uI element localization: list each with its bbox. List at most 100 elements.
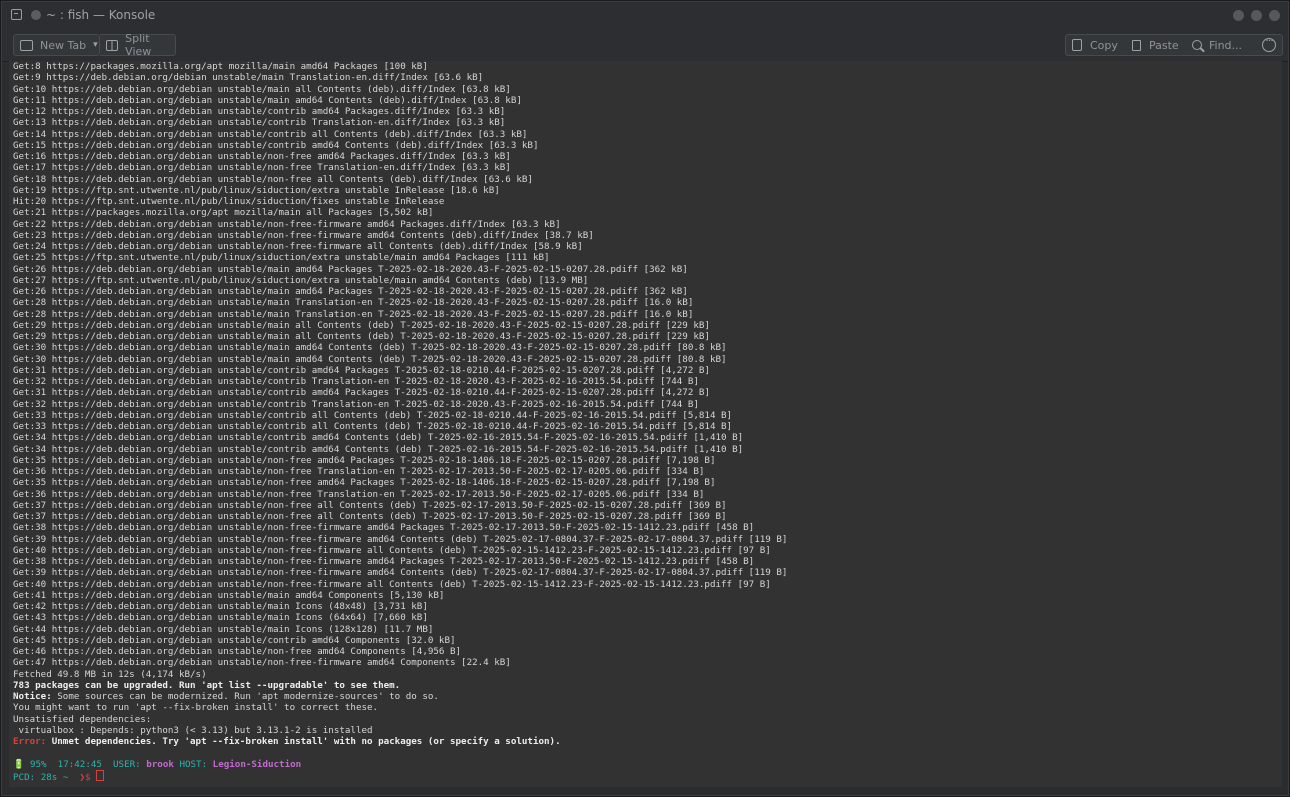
terminal-line: Get:10 https://deb.debian.org/debian uns…: [13, 83, 511, 95]
terminal-view[interactable]: Get:8 https://packages.mozilla.org/apt m…: [9, 61, 1282, 787]
terminal-line: Get:30 https://deb.debian.org/debian uns…: [13, 342, 727, 354]
terminal-line: Get:34 https://deb.debian.org/debian uns…: [13, 443, 744, 455]
title-bar[interactable]: ~ : fish — Konsole: [2, 2, 1288, 29]
terminal-line: Get:17 https://deb.debian.org/debian uns…: [13, 162, 511, 174]
toolbar: New Tab ▾ Split View Copy Paste Find...: [2, 29, 1288, 62]
terminal-line: Get:8 https://packages.mozilla.org/apt m…: [13, 61, 428, 72]
terminal-line: Get:9 https://deb.debian.org/debian unst…: [13, 72, 484, 84]
terminal-line: Get:46 https://deb.debian.org/debian uns…: [13, 646, 462, 657]
user-label: USER:: [113, 758, 141, 770]
split-view-button[interactable]: Split View: [100, 32, 176, 58]
terminal-line: Get:37 https://deb.debian.org/debian uns…: [13, 511, 727, 522]
terminal-line: Get:28 https://deb.debian.org/debian uns…: [13, 308, 694, 320]
paste-button[interactable]: Paste: [1130, 35, 1179, 55]
terminal-line: Get:39 https://deb.debian.org/debian uns…: [13, 567, 788, 579]
terminal-line: Get:11 https://deb.debian.org/debian uns…: [13, 94, 522, 106]
terminal-line: Get:34 https://deb.debian.org/debian uns…: [13, 432, 744, 444]
terminal-line: Get:40 https://deb.debian.org/debian uns…: [13, 544, 771, 556]
minimize-button[interactable]: [1233, 10, 1244, 21]
terminal-line: Get:45 https://deb.debian.org/debian uns…: [13, 634, 456, 646]
toolbar-actions: Copy Paste Find...: [1065, 34, 1283, 56]
terminal-line: Fetched 49.8 MB in 12s (4,174 kB/s): [13, 668, 207, 680]
terminal-line: Get:39 https://deb.debian.org/debian uns…: [13, 533, 788, 545]
new-tab-label: New Tab: [40, 38, 87, 52]
error-text: Unmet dependencies. Try 'apt --fix-broke…: [46, 736, 561, 747]
prompt-host: Legion-Siduction: [212, 758, 302, 770]
terminal-line: Get:37 https://deb.debian.org/debian uns…: [13, 499, 727, 511]
find-label: Find...: [1209, 38, 1243, 52]
notice-label: Notice:: [13, 691, 52, 702]
prompt-cwd: ~: [62, 771, 69, 783]
split-view-icon: [106, 39, 119, 51]
copy-button[interactable]: Copy: [1070, 35, 1118, 55]
terminal-line: Get:21 https://packages.mozilla.org/apt …: [13, 207, 434, 219]
host-label: HOST:: [179, 758, 208, 770]
terminal-line: Get:15 https://deb.debian.org/debian uns…: [13, 139, 539, 151]
terminal-output: Get:8 https://packages.mozilla.org/apt m…: [13, 61, 787, 783]
search-icon: [1192, 40, 1202, 50]
hamburger-menu-icon[interactable]: [1262, 34, 1276, 52]
terminal-line: Get:31 https://deb.debian.org/debian uns…: [13, 364, 710, 376]
battery-status: 🔋 95%: [13, 758, 47, 770]
terminal-line: Get:14 https://deb.debian.org/debian uns…: [13, 128, 528, 140]
terminal-line: Get:36 https://deb.debian.org/debian uns…: [13, 488, 705, 500]
terminal-line: Get:47 https://deb.debian.org/debian uns…: [13, 657, 511, 669]
paste-icon: [1132, 39, 1141, 51]
error-label: Error:: [13, 736, 47, 747]
terminal-line: Get:12 https://deb.debian.org/debian uns…: [13, 106, 506, 117]
maximize-button[interactable]: [1251, 10, 1262, 21]
copy-icon: [1072, 39, 1082, 51]
terminal-line: Get:31 https://deb.debian.org/debian uns…: [13, 387, 710, 399]
chevron-down-icon[interactable]: ▾: [93, 40, 98, 50]
terminal-line: Get:29 https://deb.debian.org/debian uns…: [13, 319, 710, 331]
terminal-line: Get:22 https://deb.debian.org/debian uns…: [13, 218, 561, 230]
terminal-line: Get:18 https://deb.debian.org/debian uns…: [13, 173, 533, 185]
terminal-line: Get:30 https://deb.debian.org/debian uns…: [13, 353, 727, 365]
keep-above-icon[interactable]: [31, 10, 41, 20]
unsatisfied-detail: virtualbox : Depends: python3 (< 3.13) b…: [13, 724, 373, 736]
terminal-line: Get:25 https://ftp.snt.utwente.nl/pub/li…: [13, 252, 550, 264]
terminal-line: Get:44 https://deb.debian.org/debian uns…: [13, 623, 434, 635]
new-tab-icon: [20, 39, 33, 51]
terminal-line: Get:26 https://deb.debian.org/debian uns…: [13, 286, 688, 297]
terminal-line: Get:16 https://deb.debian.org/debian uns…: [13, 151, 511, 162]
terminal-line: Get:33 https://deb.debian.org/debian uns…: [13, 421, 733, 432]
split-view-label: Split View: [125, 32, 152, 58]
prompt-symbol: ❯$: [79, 771, 91, 783]
upgradable-message: 783 packages can be upgraded. Run 'apt l…: [13, 679, 401, 691]
terminal-line: Get:36 https://deb.debian.org/debian uns…: [13, 466, 705, 477]
terminal-line: Get:38 https://deb.debian.org/debian uns…: [13, 522, 755, 534]
fix-hint: You might want to run 'apt --fix-broken …: [13, 702, 379, 714]
terminal-line: Get:29 https://deb.debian.org/debian uns…: [13, 331, 710, 342]
terminal-line: Get:23 https://deb.debian.org/debian uns…: [13, 229, 594, 241]
terminal-line: Get:27 https://ftp.snt.utwente.nl/pub/li…: [13, 274, 589, 286]
terminal-line: Get:32 https://deb.debian.org/debian uns…: [13, 376, 699, 387]
terminal-line: Get:32 https://deb.debian.org/debian uns…: [13, 398, 699, 410]
window-title: ~ : fish — Konsole: [46, 8, 156, 22]
terminal-line: Get:35 https://deb.debian.org/debian uns…: [13, 454, 716, 466]
terminal-line: Get:24 https://deb.debian.org/debian uns…: [13, 241, 583, 252]
terminal-line: Get:42 https://deb.debian.org/debian uns…: [13, 601, 428, 612]
apt-log-lines: Get:8 https://packages.mozilla.org/apt m…: [13, 61, 787, 680]
terminal-line: Get:28 https://deb.debian.org/debian uns…: [13, 297, 694, 309]
terminal-line: Get:41 https://deb.debian.org/debian uns…: [13, 589, 445, 601]
text-cursor[interactable]: [96, 769, 105, 781]
terminal-line: Get:26 https://deb.debian.org/debian uns…: [13, 263, 688, 275]
prompt-user: brook: [146, 758, 174, 770]
terminal-line: Get:38 https://deb.debian.org/debian uns…: [13, 556, 755, 567]
pcd-label: PCD:: [13, 771, 36, 783]
terminal-line: Get:35 https://deb.debian.org/debian uns…: [13, 477, 716, 489]
terminal-line: Get:19 https://ftp.snt.utwente.nl/pub/li…: [13, 184, 500, 196]
notice-text: Some sources can be modernized. Run 'apt…: [51, 691, 439, 702]
unsatisfied-header: Unsatisfied dependencies:: [13, 713, 152, 725]
pcd-value: 28s: [40, 771, 58, 783]
paste-label: Paste: [1149, 38, 1179, 52]
new-tab-button[interactable]: New Tab ▾: [13, 34, 100, 56]
close-button[interactable]: [1269, 10, 1280, 21]
prompt-time: 17:42:45: [57, 758, 102, 770]
terminal-line: Get:13 https://deb.debian.org/debian uns…: [13, 117, 506, 129]
find-button[interactable]: Find...: [1187, 35, 1242, 55]
terminal-line: Get:40 https://deb.debian.org/debian uns…: [13, 578, 771, 590]
konsole-app-icon[interactable]: [11, 9, 22, 20]
konsole-window: ~ : fish — Konsole New Tab ▾ Split View …: [1, 1, 1289, 796]
